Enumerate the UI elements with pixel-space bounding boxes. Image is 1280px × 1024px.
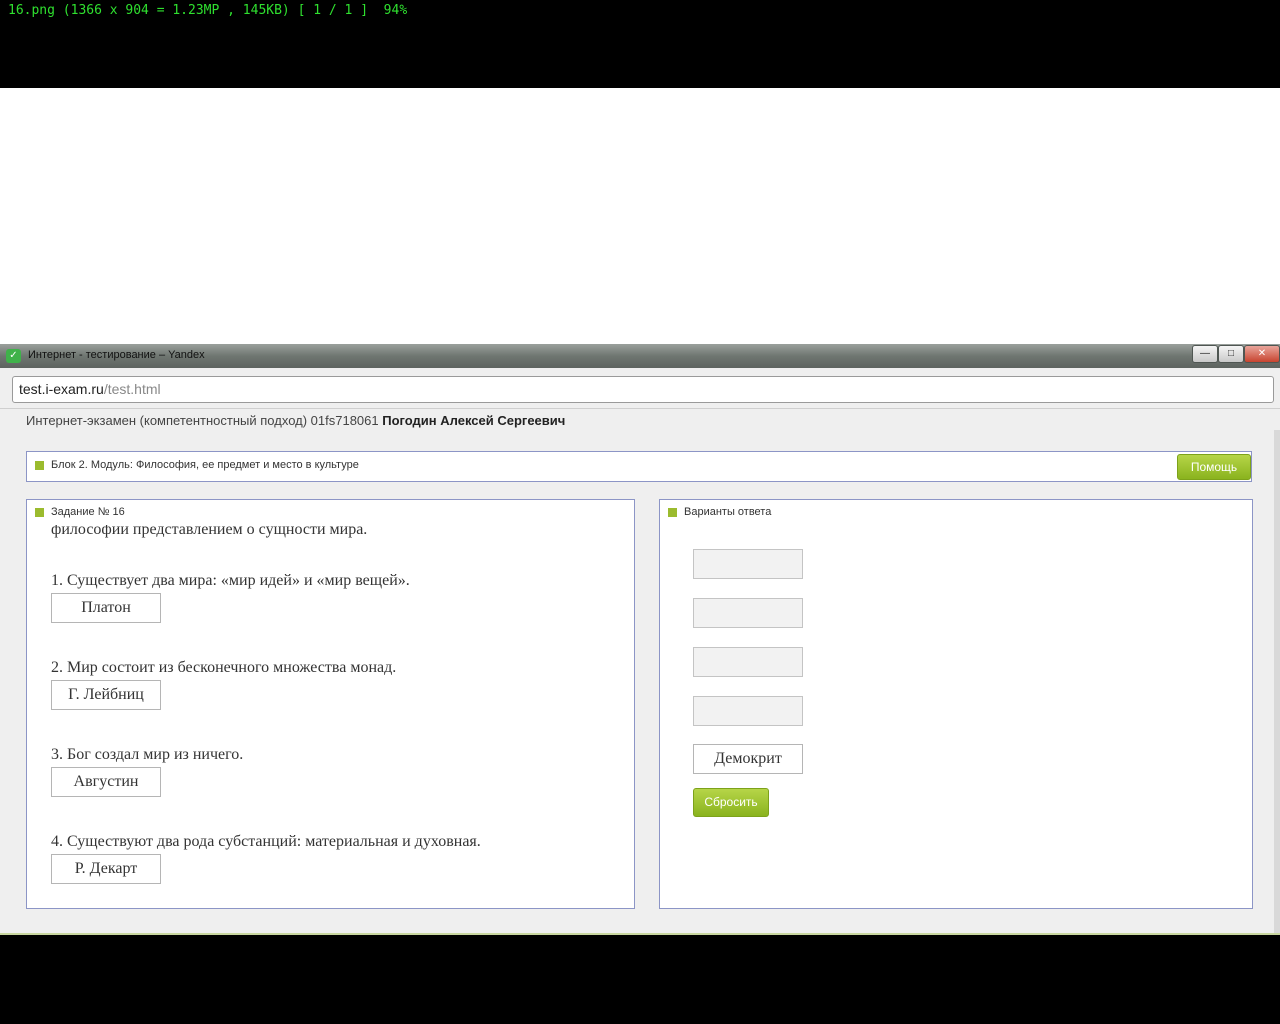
address-bar[interactable]: test.i-exam.ru/test.html [12,376,1274,403]
exam-header: Интернет-экзамен (компетентностный подхо… [26,413,565,428]
answer-option-slot[interactable] [693,549,803,579]
help-button[interactable]: Помощь [1177,454,1251,480]
divider [0,408,1280,409]
yandex-browser-icon: ✓ [6,349,21,363]
browser-window: ✓ Интернет - тестирование – Yandex — □ ✕… [0,344,1280,935]
answer-option-slot[interactable] [693,647,803,677]
reset-button[interactable]: Сбросить [693,788,769,817]
block-title: Блок 2. Модуль: Философия, ее предмет и … [51,459,359,471]
url-host: test.i-exam.ru [19,381,104,397]
answer-option-slot[interactable] [693,598,803,628]
image-viewer-status: 16.png (1366 x 904 = 1.23MP , 145KB) [ 1… [8,3,408,18]
answer-drop-box[interactable]: Августин [51,767,161,797]
exam-info: Интернет-экзамен (компетентностный подхо… [26,413,379,428]
bullet-icon [35,508,44,517]
answers-panel: Варианты ответа Демокрит Сбросить [659,499,1253,909]
block-bar: Блок 2. Модуль: Философия, ее предмет и … [26,451,1252,482]
maximize-button[interactable]: □ [1218,345,1244,363]
task-panel: Задание № 16 философии представлением о … [26,499,635,909]
student-name: Погодин Алексей Сергеевич [382,413,566,428]
answer-drop-box[interactable]: Р. Декарт [51,854,161,884]
bullet-icon [35,461,44,470]
answer-drop-box[interactable]: Г. Лейбниц [51,680,161,710]
answer-drop-box[interactable]: Платон [51,593,161,623]
page-scrollbar[interactable] [1274,430,1280,935]
url-text: test.i-exam.ru/test.html [19,381,161,397]
answer-option-slot[interactable] [693,696,803,726]
minimize-button[interactable]: — [1192,345,1218,363]
question-text: 2. Мир состоит из бесконечного множества… [51,659,397,676]
bullet-icon [668,508,677,517]
question-text: 4. Существуют два рода субстанций: матер… [51,833,481,850]
answer-option-demokrit[interactable]: Демокрит [693,744,803,774]
question-text: 1. Существует два мира: «мир идей» и «ми… [51,572,410,589]
url-path: /test.html [103,381,161,397]
blank-area [0,88,1280,344]
bottom-strip [0,933,1280,935]
close-button[interactable]: ✕ [1244,345,1280,363]
task-intro: философии представлением о сущности мира… [51,525,368,538]
task-content[interactable]: философии представлением о сущности мира… [47,525,633,889]
window-title: Интернет - тестирование – Yandex [28,349,205,361]
question-text: 3. Бог создал мир из ничего. [51,746,244,763]
answers-label: Варианты ответа [684,506,772,518]
window-titlebar: ✓ Интернет - тестирование – Yandex — □ ✕ [0,344,1280,368]
task-label: Задание № 16 [51,506,125,518]
